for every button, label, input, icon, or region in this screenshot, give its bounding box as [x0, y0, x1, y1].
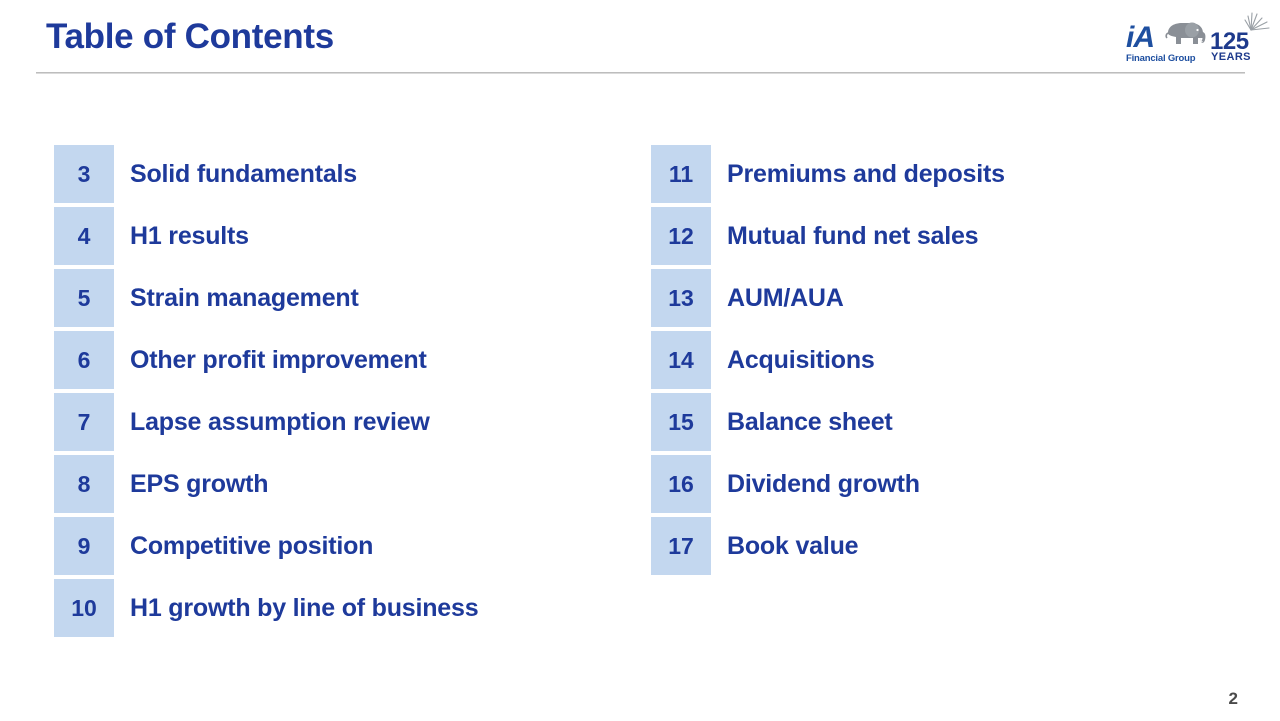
slide-page-number: 2	[1228, 689, 1238, 708]
toc-entry-label: Solid fundamentals	[130, 159, 357, 188]
toc-page-number: 16	[668, 470, 694, 497]
toc-page-badge: 15	[651, 393, 711, 451]
toc-entry[interactable]: 12 Mutual fund net sales	[651, 207, 1005, 265]
toc-page-number: 9	[77, 532, 91, 559]
toc-entry[interactable]: 15 Balance sheet	[651, 393, 1005, 451]
toc-page-badge: 8	[54, 455, 114, 513]
toc-page-badge: 7	[54, 393, 114, 451]
toc-page-number: 7	[77, 408, 91, 435]
toc-page-badge: 16	[651, 455, 711, 513]
toc-column-right: 11 Premiums and deposits 12 Mutual fund …	[651, 145, 1005, 579]
toc-page-badge: 5	[54, 269, 114, 327]
toc-entry-label: AUM/AUA	[727, 283, 844, 312]
toc-page-number: 13	[668, 284, 694, 311]
toc-entry[interactable]: 3 Solid fundamentals	[54, 145, 478, 203]
toc-page-badge: 11	[651, 145, 711, 203]
toc-entry[interactable]: 5 Strain management	[54, 269, 478, 327]
toc-page-number: 3	[77, 160, 91, 187]
toc-page-number: 17	[668, 532, 694, 559]
toc-entry-label: Strain management	[130, 283, 359, 312]
toc-entry-label: Acquisitions	[727, 345, 875, 374]
toc-page-badge: 9	[54, 517, 114, 575]
toc-column-left: 3 Solid fundamentals 4 H1 results 5 Stra…	[54, 145, 479, 641]
toc-entry-label: Book value	[727, 531, 859, 560]
toc-page-number: 8	[77, 470, 91, 497]
toc-entry-label: H1 growth by line of business	[130, 593, 479, 622]
toc-page-badge: 10	[54, 579, 114, 637]
toc-page-badge: 12	[651, 207, 711, 265]
toc-entry-label: Competitive position	[130, 531, 374, 560]
toc-entry[interactable]: 7 Lapse assumption review	[54, 393, 478, 451]
toc-entry[interactable]: 4 H1 results	[54, 207, 478, 265]
toc-page-number: 15	[668, 408, 694, 435]
toc-entry-label: Balance sheet	[727, 407, 893, 436]
toc-page-number: 5	[77, 284, 91, 311]
toc-page-number: 10	[71, 594, 97, 621]
toc-entry[interactable]: 10 H1 growth by line of business	[54, 579, 479, 637]
toc-entry[interactable]: 9 Competitive position	[54, 517, 478, 575]
toc-entry-label: EPS growth	[130, 469, 269, 498]
toc-entry-label: Premiums and deposits	[727, 159, 1005, 188]
toc-page-number: 4	[77, 222, 91, 249]
toc-entry[interactable]: 11 Premiums and deposits	[651, 145, 1005, 203]
toc-entry-label: H1 results	[130, 221, 249, 250]
toc-page-badge: 3	[54, 145, 114, 203]
toc-entry-label: Other profit improvement	[130, 345, 427, 374]
toc-entry-label: Mutual fund net sales	[727, 221, 979, 250]
toc-entry[interactable]: 14 Acquisitions	[651, 331, 1005, 389]
toc-page-number: 11	[668, 160, 694, 187]
table-of-contents: 3 Solid fundamentals 4 H1 results 5 Stra…	[0, 0, 1280, 721]
toc-page-badge: 6	[54, 331, 114, 389]
toc-page-number: 6	[77, 346, 91, 373]
toc-page-badge: 4	[54, 207, 114, 265]
toc-entry[interactable]: 6 Other profit improvement	[54, 331, 478, 389]
toc-page-badge: 14	[651, 331, 711, 389]
toc-page-badge: 13	[651, 269, 711, 327]
toc-page-number: 14	[668, 346, 694, 373]
toc-entry-label: Lapse assumption review	[130, 407, 430, 436]
toc-entry[interactable]: 17 Book value	[651, 517, 1005, 575]
toc-entry[interactable]: 16 Dividend growth	[651, 455, 1005, 513]
toc-page-badge: 17	[651, 517, 711, 575]
toc-entry[interactable]: 13 AUM/AUA	[651, 269, 1005, 327]
toc-entry[interactable]: 8 EPS growth	[54, 455, 478, 513]
toc-entry-label: Dividend growth	[727, 469, 920, 498]
toc-page-number: 12	[668, 222, 694, 249]
